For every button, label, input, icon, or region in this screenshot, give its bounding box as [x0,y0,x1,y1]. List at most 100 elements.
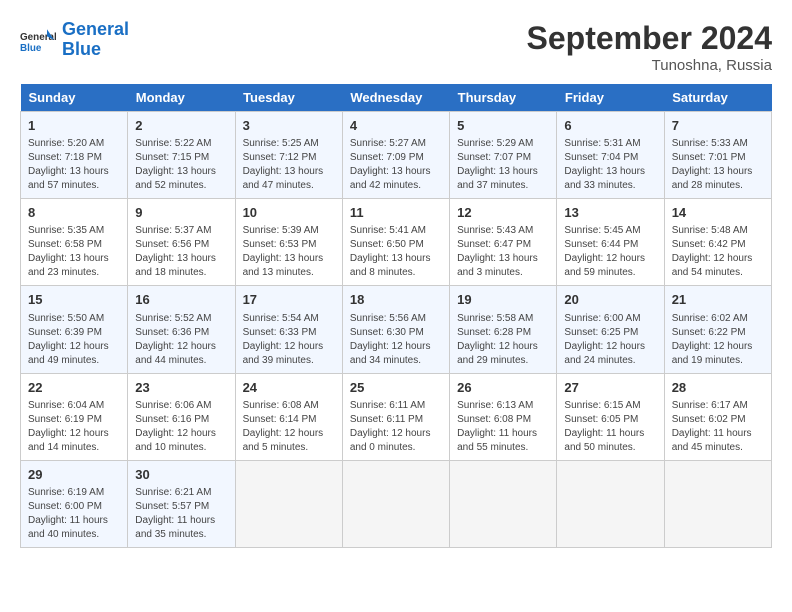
day-info: Sunrise: 6:04 AMSunset: 6:19 PMDaylight:… [28,399,120,455]
day-number: 21 [672,291,764,309]
day-info: Sunrise: 6:11 AMSunset: 6:11 PMDaylight:… [350,399,442,455]
calendar-table: SundayMondayTuesdayWednesdayThursdayFrid… [20,84,772,548]
day-number: 17 [243,291,335,309]
day-info: Sunrise: 5:41 AMSunset: 6:50 PMDaylight:… [350,224,442,280]
day-header-tuesday: Tuesday [235,84,342,112]
day-info: Sunrise: 5:43 AMSunset: 6:47 PMDaylight:… [457,224,549,280]
day-number: 9 [135,204,227,222]
calendar-cell [557,460,664,547]
calendar-cell: 29Sunrise: 6:19 AMSunset: 6:00 PMDayligh… [21,460,128,547]
day-info: Sunrise: 6:21 AMSunset: 5:57 PMDaylight:… [135,486,227,542]
day-info: Sunrise: 6:13 AMSunset: 6:08 PMDaylight:… [457,399,549,455]
calendar-cell: 24 Sunrise: 6:08 AMSunset: 6:14 PMDayligh… [235,373,342,460]
day-info: Sunrise: 5:37 AMSunset: 6:56 PMDaylight:… [135,224,227,280]
day-info: Sunrise: 6:08 AMSunset: 6:14 PMDaylight:… [243,399,335,455]
day-info: Sunrise: 5:56 AMSunset: 6:30 PMDaylight:… [350,312,442,368]
day-number: 14 [672,204,764,222]
day-number: 23 [135,379,227,397]
calendar-cell: 11 Sunrise: 5:41 AMSunset: 6:50 PMDayligh… [342,199,449,286]
day-number: 5 [457,117,549,135]
day-number: 28 [672,379,764,397]
day-info: Sunrise: 6:17 AMSunset: 6:02 PMDaylight:… [672,399,764,455]
day-number: 22 [28,379,120,397]
day-info: Sunrise: 5:25 AMSunset: 7:12 PMDaylight:… [243,137,335,193]
day-number: 16 [135,291,227,309]
day-number: 6 [564,117,656,135]
calendar-cell: 30 Sunrise: 6:21 AMSunset: 5:57 PMDayligh… [128,460,235,547]
day-number: 18 [350,291,442,309]
day-number: 1 [28,117,120,135]
calendar-cell: 18 Sunrise: 5:56 AMSunset: 6:30 PMDayligh… [342,286,449,373]
location: Tunoshna, Russia [527,57,772,74]
day-info: Sunrise: 5:45 AMSunset: 6:44 PMDaylight:… [564,224,656,280]
calendar-cell: 6Sunrise: 5:31 AMSunset: 7:04 PMDaylight… [557,112,664,199]
logo-name: GeneralBlue [62,20,129,60]
day-info: Sunrise: 5:50 AMSunset: 6:39 PMDaylight:… [28,312,120,368]
day-number: 29 [28,466,120,484]
day-info: Sunrise: 5:54 AMSunset: 6:33 PMDaylight:… [243,312,335,368]
calendar-header-row: SundayMondayTuesdayWednesdayThursdayFrid… [21,84,772,112]
day-number: 15 [28,291,120,309]
calendar-cell: 10 Sunrise: 5:39 AMSunset: 6:53 PMDayligh… [235,199,342,286]
calendar-cell: 13Sunrise: 5:45 AMSunset: 6:44 PMDayligh… [557,199,664,286]
svg-text:Blue: Blue [20,43,42,54]
day-info: Sunrise: 5:27 AMSunset: 7:09 PMDaylight:… [350,137,442,193]
day-info: Sunrise: 5:29 AMSunset: 7:07 PMDaylight:… [457,137,549,193]
day-info: Sunrise: 5:52 AMSunset: 6:36 PMDaylight:… [135,312,227,368]
day-number: 2 [135,117,227,135]
calendar-cell: 23Sunrise: 6:06 AMSunset: 6:16 PMDayligh… [128,373,235,460]
day-number: 8 [28,204,120,222]
calendar-row: 1 Sunrise: 5:20 AMSunset: 7:18 PMDaylight… [21,112,772,199]
day-header-thursday: Thursday [450,84,557,112]
day-number: 10 [243,204,335,222]
day-number: 12 [457,204,549,222]
day-info: Sunrise: 5:48 AMSunset: 6:42 PMDaylight:… [672,224,764,280]
day-number: 4 [350,117,442,135]
day-number: 20 [564,291,656,309]
month-title: September 2024 [527,20,772,57]
day-info: Sunrise: 5:20 AMSunset: 7:18 PMDaylight:… [28,137,120,193]
day-number: 30 [135,466,227,484]
calendar-cell: 12 Sunrise: 5:43 AMSunset: 6:47 PMDayligh… [450,199,557,286]
day-header-friday: Friday [557,84,664,112]
day-number: 7 [672,117,764,135]
day-info: Sunrise: 5:33 AMSunset: 7:01 PMDaylight:… [672,137,764,193]
day-header-sunday: Sunday [21,84,128,112]
day-info: Sunrise: 5:39 AMSunset: 6:53 PMDaylight:… [243,224,335,280]
calendar-cell: 14 Sunrise: 5:48 AMSunset: 6:42 PMDayligh… [664,199,771,286]
calendar-cell: 25Sunrise: 6:11 AMSunset: 6:11 PMDayligh… [342,373,449,460]
title-block: September 2024 Tunoshna, Russia [527,20,772,74]
logo-icon: General Blue [20,22,56,58]
day-info: Sunrise: 6:02 AMSunset: 6:22 PMDaylight:… [672,312,764,368]
calendar-cell: 15 Sunrise: 5:50 AMSunset: 6:39 PMDayligh… [21,286,128,373]
calendar-cell [342,460,449,547]
day-info: Sunrise: 5:22 AMSunset: 7:15 PMDaylight:… [135,137,227,193]
day-number: 11 [350,204,442,222]
day-number: 24 [243,379,335,397]
calendar-cell: 9 Sunrise: 5:37 AMSunset: 6:56 PMDaylight… [128,199,235,286]
calendar-cell: 3 Sunrise: 5:25 AMSunset: 7:12 PMDaylight… [235,112,342,199]
day-info: Sunrise: 6:00 AMSunset: 6:25 PMDaylight:… [564,312,656,368]
calendar-row: 15 Sunrise: 5:50 AMSunset: 6:39 PMDayligh… [21,286,772,373]
calendar-cell: 17 Sunrise: 5:54 AMSunset: 6:33 PMDayligh… [235,286,342,373]
calendar-row: 22 Sunrise: 6:04 AMSunset: 6:19 PMDayligh… [21,373,772,460]
calendar-cell [664,460,771,547]
calendar-cell: 4 Sunrise: 5:27 AMSunset: 7:09 PMDaylight… [342,112,449,199]
calendar-cell: 2 Sunrise: 5:22 AMSunset: 7:15 PMDaylight… [128,112,235,199]
calendar-cell: 16 Sunrise: 5:52 AMSunset: 6:36 PMDayligh… [128,286,235,373]
calendar-cell: 5 Sunrise: 5:29 AMSunset: 7:07 PMDaylight… [450,112,557,199]
calendar-cell [450,460,557,547]
day-number: 3 [243,117,335,135]
calendar-cell: 20 Sunrise: 6:00 AMSunset: 6:25 PMDayligh… [557,286,664,373]
calendar-cell: 21 Sunrise: 6:02 AMSunset: 6:22 PMDayligh… [664,286,771,373]
day-header-saturday: Saturday [664,84,771,112]
calendar-cell: 22 Sunrise: 6:04 AMSunset: 6:19 PMDayligh… [21,373,128,460]
calendar-cell: 28 Sunrise: 6:17 AMSunset: 6:02 PMDayligh… [664,373,771,460]
calendar-cell: 27Sunrise: 6:15 AMSunset: 6:05 PMDayligh… [557,373,664,460]
day-header-wednesday: Wednesday [342,84,449,112]
day-info: Sunrise: 5:58 AMSunset: 6:28 PMDaylight:… [457,312,549,368]
calendar-cell: 1 Sunrise: 5:20 AMSunset: 7:18 PMDaylight… [21,112,128,199]
calendar-row: 8Sunrise: 5:35 AMSunset: 6:58 PMDaylight… [21,199,772,286]
day-info: Sunrise: 6:15 AMSunset: 6:05 PMDaylight:… [564,399,656,455]
calendar-cell: 8Sunrise: 5:35 AMSunset: 6:58 PMDaylight… [21,199,128,286]
